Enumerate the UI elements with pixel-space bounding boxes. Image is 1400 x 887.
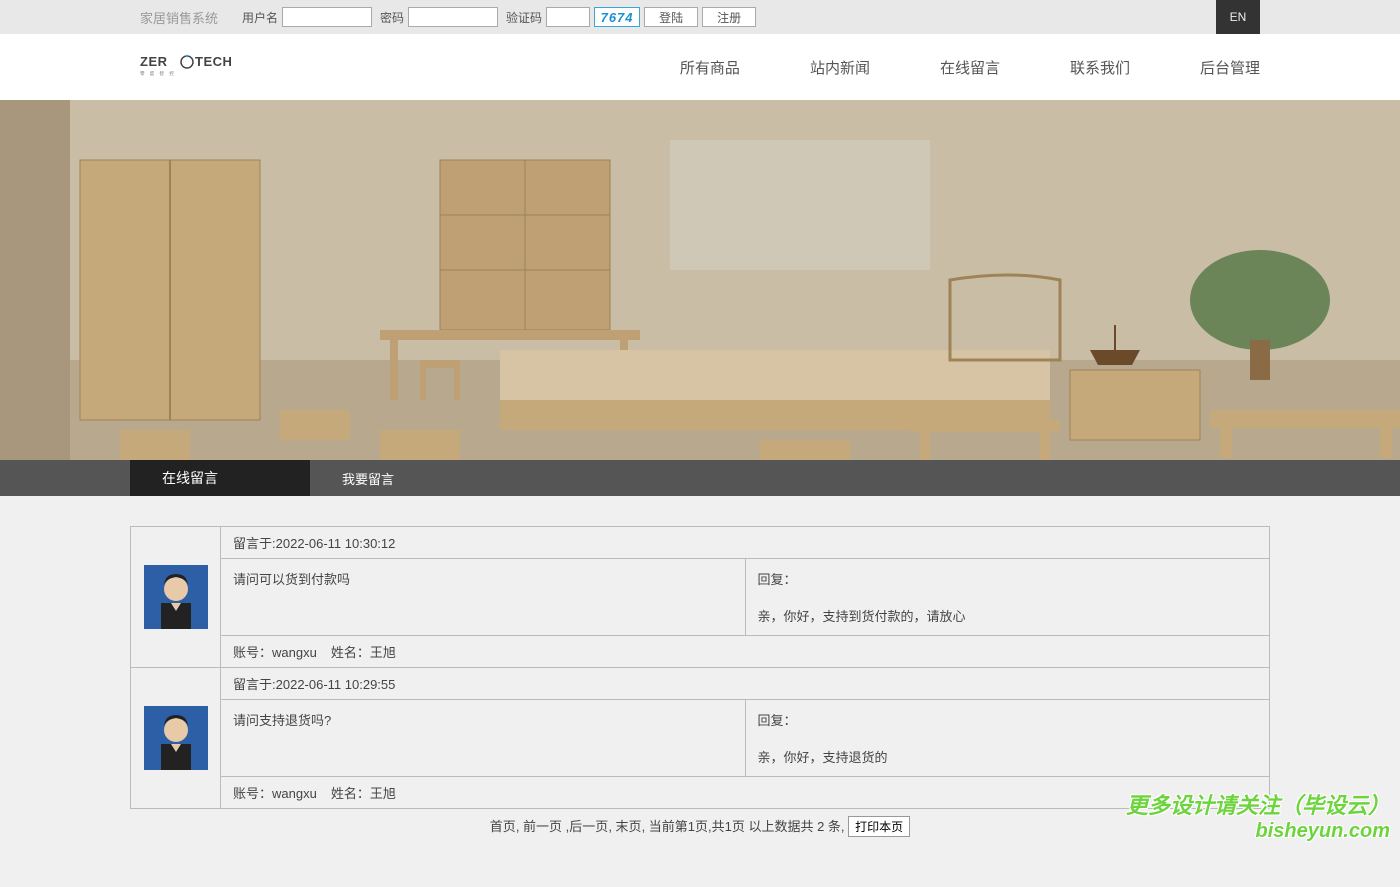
svg-text:TECH: TECH xyxy=(195,54,232,69)
language-switch[interactable]: EN xyxy=(1216,0,1260,34)
message-author: 账号：wangxu姓名：王旭 xyxy=(221,776,1269,808)
svg-text:ZER: ZER xyxy=(140,54,168,69)
sub-tabs-bar: 在线留言 我要留言 xyxy=(0,460,1400,496)
message-question: 请问可以货到付款吗 xyxy=(221,559,745,635)
pagination: 首页, 前一页 ,后一页, 末页, 当前第1页,共1页 以上数据共 2 条, 打… xyxy=(130,808,1270,867)
nav-all-products[interactable]: 所有商品 xyxy=(680,57,740,78)
print-button[interactable]: 打印本页 xyxy=(848,816,910,837)
password-label: 密码 xyxy=(380,9,404,26)
user-avatar xyxy=(144,706,208,770)
nav-contact-us[interactable]: 联系我们 xyxy=(1070,57,1130,78)
watermark: 更多设计请关注（毕设云） bisheyun.com xyxy=(1126,793,1390,843)
tab-post-message[interactable]: 我要留言 xyxy=(310,460,426,496)
message-timestamp: 留言于:2022-06-11 10:29:55 xyxy=(221,668,1269,700)
captcha-label: 验证码 xyxy=(506,9,542,26)
tab-online-message[interactable]: 在线留言 xyxy=(130,460,310,496)
svg-text:零 度 智 控: 零 度 智 控 xyxy=(140,70,176,77)
page-prev[interactable]: 前一页 xyxy=(523,819,562,834)
message-row: 留言于:2022-06-11 10:29:55 请问支持退货吗? 回复： 亲，你… xyxy=(130,667,1270,809)
username-label: 用户名 xyxy=(242,9,278,26)
nav-site-news[interactable]: 站内新闻 xyxy=(810,57,870,78)
reply-body: 亲，你好，支持到货付款的，请放心 xyxy=(758,606,1258,625)
nav-admin[interactable]: 后台管理 xyxy=(1200,57,1260,78)
login-form: 用户名 密码 验证码 7674 登陆 注册 xyxy=(238,7,756,27)
hero-banner xyxy=(0,100,1400,460)
login-button[interactable]: 登陆 xyxy=(644,7,698,27)
page-next[interactable]: 后一页 xyxy=(569,819,608,834)
page-info: 当前第1页,共1页 以上数据共 2 条, xyxy=(649,819,845,834)
reply-label: 回复： xyxy=(758,710,1258,729)
message-reply: 回复： 亲，你好，支持退货的 xyxy=(745,700,1270,776)
captcha-input[interactable] xyxy=(546,7,590,27)
user-avatar xyxy=(144,565,208,629)
captcha-image[interactable]: 7674 xyxy=(594,7,640,27)
register-button[interactable]: 注册 xyxy=(702,7,756,27)
password-input[interactable] xyxy=(408,7,498,27)
avatar-cell xyxy=(131,668,221,808)
message-timestamp: 留言于:2022-06-11 10:30:12 xyxy=(221,527,1269,559)
system-name: 家居销售系统 xyxy=(140,8,218,27)
page-last[interactable]: 末页 xyxy=(616,819,642,834)
nav-online-message[interactable]: 在线留言 xyxy=(940,57,1000,78)
message-question: 请问支持退货吗? xyxy=(221,700,745,776)
message-author: 账号：wangxu姓名：王旭 xyxy=(221,635,1269,667)
logo[interactable]: ZER TECH 零 度 智 控 xyxy=(140,46,680,89)
zerotech-logo-icon: ZER TECH 零 度 智 控 xyxy=(140,46,290,86)
site-header: ZER TECH 零 度 智 控 所有商品 站内新闻 在线留言 联系我们 后台管… xyxy=(0,34,1400,100)
page-first[interactable]: 首页 xyxy=(490,819,516,834)
message-reply: 回复： 亲，你好，支持到货付款的，请放心 xyxy=(745,559,1270,635)
main-nav: 所有商品 站内新闻 在线留言 联系我们 后台管理 xyxy=(680,57,1260,78)
avatar-cell xyxy=(131,527,221,667)
message-row: 留言于:2022-06-11 10:30:12 请问可以货到付款吗 回复： 亲，… xyxy=(130,526,1270,668)
reply-label: 回复： xyxy=(758,569,1258,588)
top-bar: 家居销售系统 用户名 密码 验证码 7674 登陆 注册 EN xyxy=(0,0,1400,34)
reply-body: 亲，你好，支持退货的 xyxy=(758,747,1258,766)
username-input[interactable] xyxy=(282,7,372,27)
